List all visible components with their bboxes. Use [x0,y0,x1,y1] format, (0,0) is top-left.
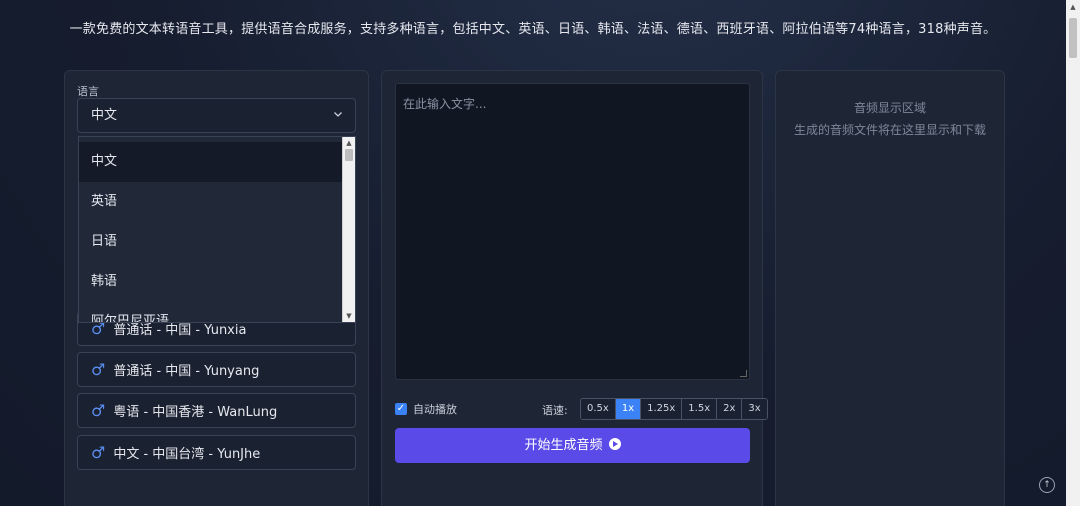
generate-audio-label: 开始生成音频 [524,438,603,453]
voice-option-label: 粤语 - 中国香港 - WanLung [113,405,278,420]
language-option[interactable]: 日语 [79,222,343,262]
audio-output-panel: 音频显示区域 生成的音频文件将在这里显示和下载 [775,70,1005,506]
male-icon: ♂ [91,401,106,420]
page-scrollbar-thumb[interactable] [1069,18,1077,58]
language-dropdown-list[interactable]: 中文 英语 日语 韩语 阿尔巴尼亚语 ▲ ▼ [78,136,356,323]
voice-option-label: 普通话 - 中国 - Yunxia [113,323,247,338]
scroll-up-icon[interactable]: ▲ [343,137,355,149]
text-input-panel: 在此输入文字... ✓ 自动播放 语速: 0.5x 1x 1.25x 1.5x … [381,70,768,506]
generate-audio-button[interactable]: 开始生成音频 [395,428,750,463]
dropdown-scrollbar[interactable]: ▲ ▼ [342,137,355,322]
language-option[interactable]: 阿尔巴尼亚语 [79,302,343,322]
audio-area-title: 音频显示区域 [853,101,926,115]
voice-option-label: 中文 - 中国台湾 - YunJhe [113,447,261,462]
speed-selector: 0.5x 1x 1.25x 1.5x 2x 3x [580,398,768,420]
chevron-down-icon [333,99,343,132]
language-selected-value: 中文 [91,108,118,123]
scroll-down-icon[interactable]: ▼ [343,310,355,322]
resize-handle[interactable] [740,370,747,377]
speed-option[interactable]: 0.5x [581,399,616,419]
speed-option[interactable]: 3x [742,399,767,419]
page-scrollbar[interactable]: ▲ [1066,0,1080,506]
speed-label: 语速: [542,404,568,417]
scroll-up-icon[interactable]: ▲ [1066,0,1080,14]
page: 一款免费的文本转语音工具，提供语音合成服务，支持多种语言，包括中文、英语、日语、… [0,0,1080,506]
page-description: 一款免费的文本转语音工具，提供语音合成服务，支持多种语言，包括中文、英语、日语、… [69,22,997,37]
autoplay-toggle[interactable]: ✓ 自动播放 [395,401,457,417]
autoplay-checkbox[interactable]: ✓ [395,403,407,415]
voice-option[interactable]: ♂ 中文 - 中国台湾 - YunJhe [77,435,356,470]
speed-option[interactable]: 1.25x [641,399,683,419]
male-icon: ♂ [91,360,106,379]
male-icon: ♂ [91,443,106,462]
voice-settings-panel: 语言 中文 ♂ 普通话 - 中国 - Yunxia ♂ 普通话 - 中国 - Yun… [64,70,369,506]
language-option[interactable]: 英语 [79,182,343,222]
voice-option[interactable]: ♂ 粤语 - 中国香港 - WanLung [77,393,356,428]
language-label: 语言 [77,85,99,98]
language-option[interactable]: 中文 [79,142,343,182]
speed-option[interactable]: 1.5x [682,399,718,419]
language-option[interactable]: 韩语 [79,262,343,302]
voice-option[interactable]: ♂ 普通话 - 中国 - Yunyang [77,352,356,387]
language-select[interactable]: 中文 [77,98,356,133]
text-input-placeholder: 在此输入文字... [403,97,487,111]
voice-option-label: 普通话 - 中国 - Yunyang [113,364,260,379]
text-input[interactable]: 在此输入文字... [395,83,750,380]
speed-option[interactable]: 2x [717,399,743,419]
back-to-top-icon[interactable]: ↑ [1039,477,1055,493]
autoplay-label: 自动播放 [413,403,457,416]
speed-option-selected[interactable]: 1x [615,399,642,419]
play-icon [608,438,621,450]
audio-area-subtitle: 生成的音频文件将在这里显示和下载 [793,123,986,137]
dropdown-scrollbar-thumb[interactable] [345,149,353,161]
